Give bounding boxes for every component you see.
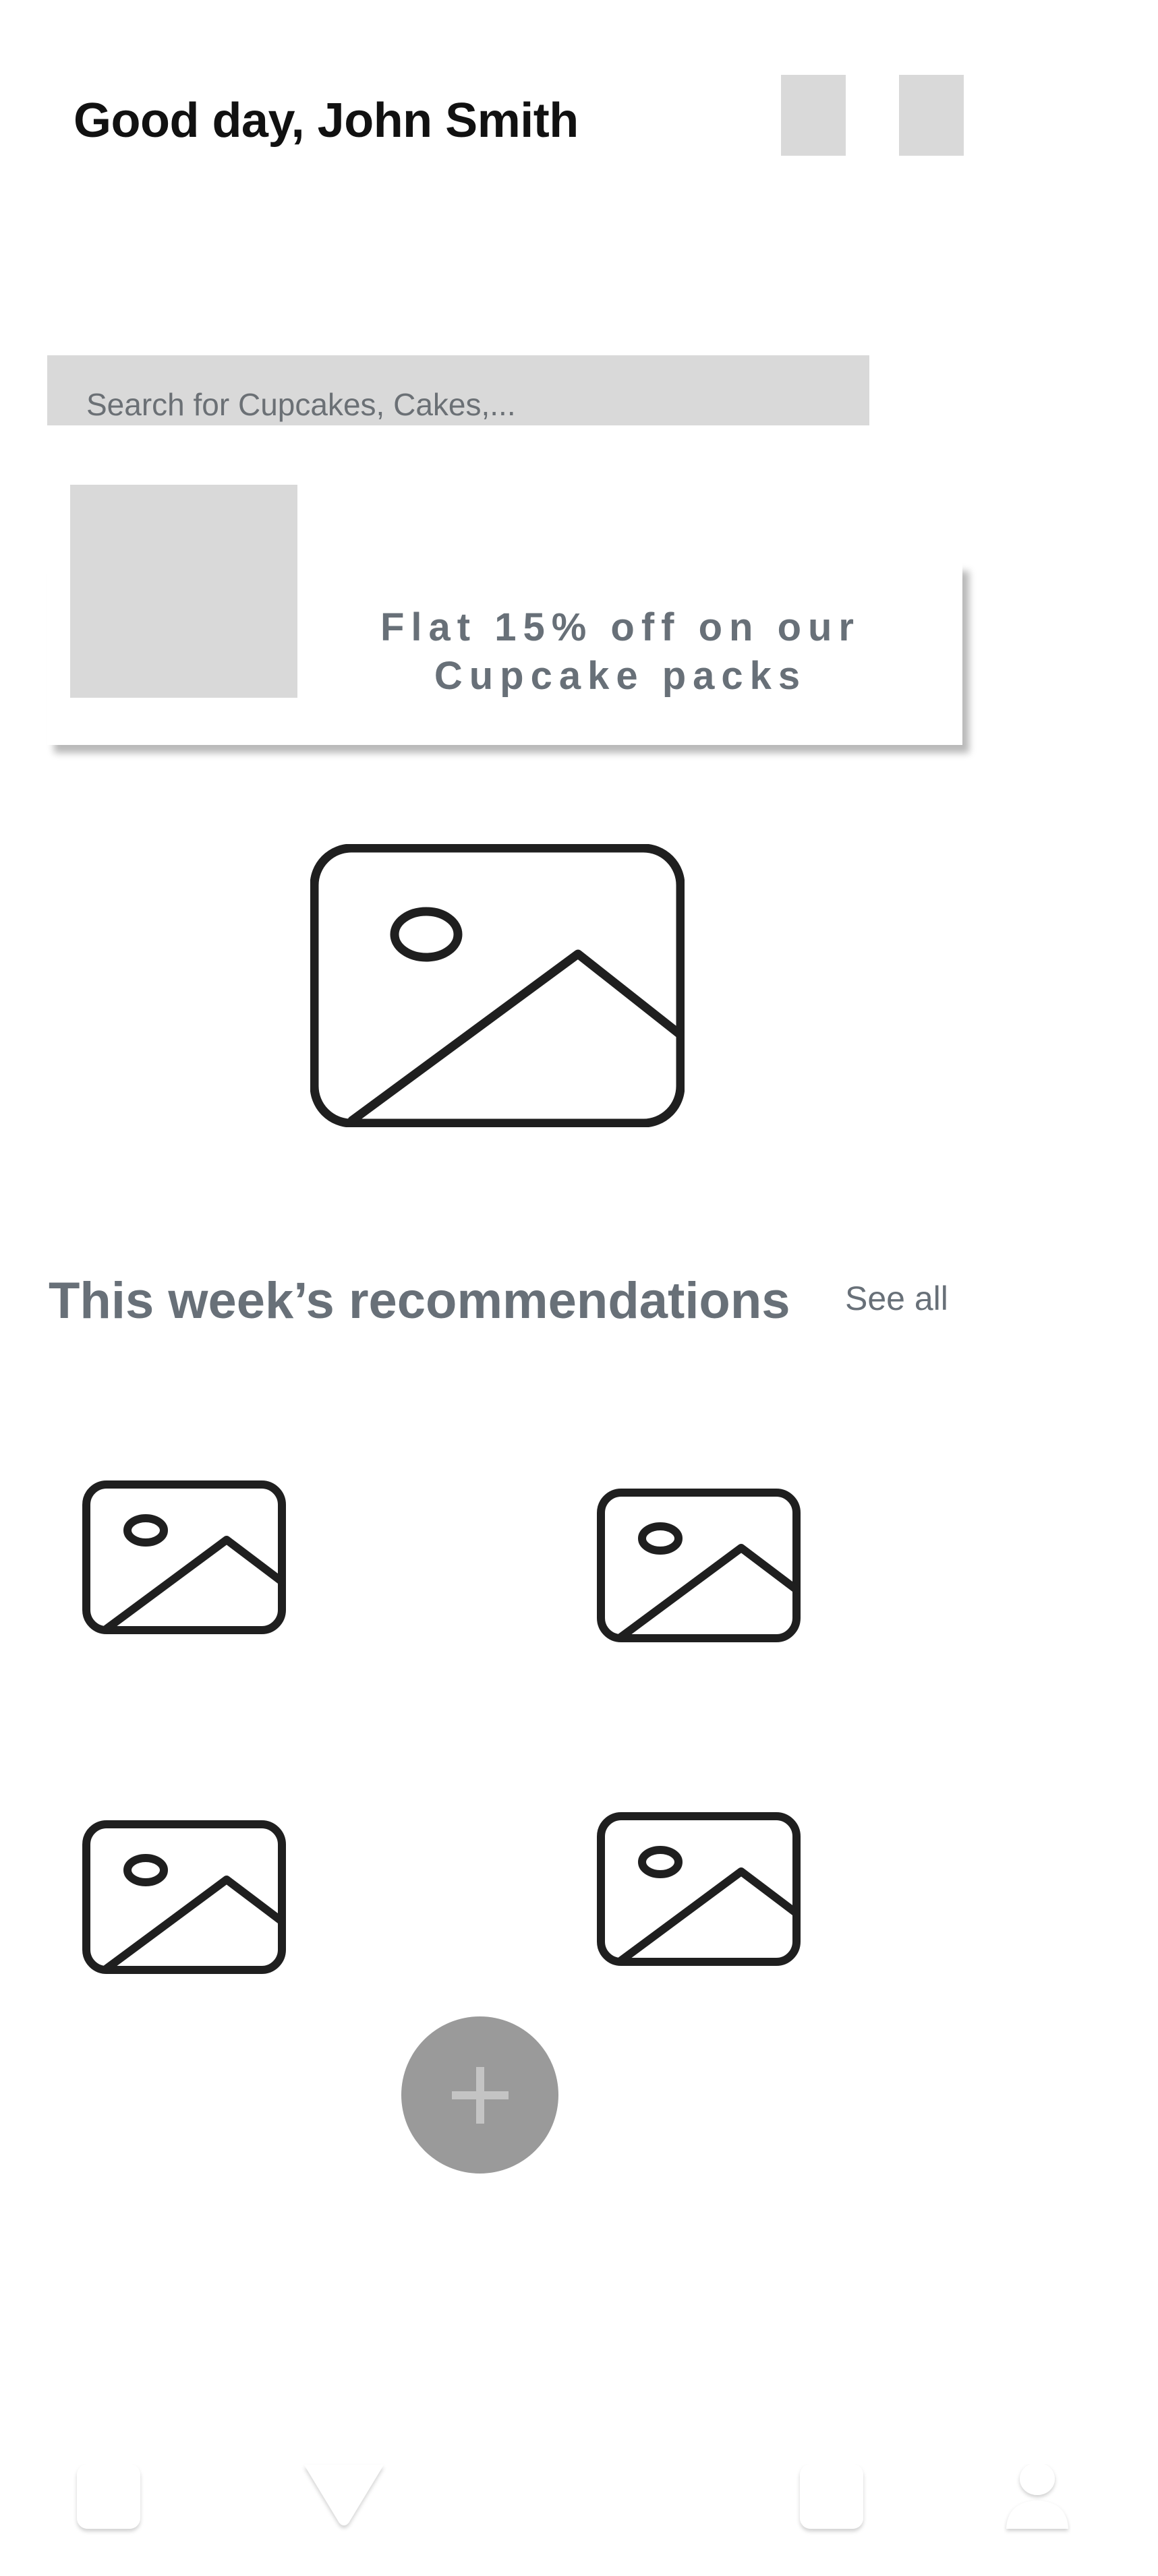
add-button[interactable] <box>401 2016 558 2174</box>
search-input[interactable] <box>86 386 828 425</box>
nav-profile-button[interactable] <box>1004 2463 1071 2542</box>
chevron-down-icon <box>304 2465 384 2525</box>
profile-icon <box>1006 2463 1068 2529</box>
header-action-button-2[interactable] <box>899 75 964 156</box>
hero-image-icon <box>310 844 685 1127</box>
nav-home-button[interactable] <box>73 2464 144 2542</box>
recommendation-item-2-icon[interactable] <box>597 1489 801 1642</box>
plus-icon <box>451 2066 509 2124</box>
cart-tab-icon <box>800 2464 863 2529</box>
recommendation-item-3-icon[interactable] <box>82 1820 286 1974</box>
recommendation-item-4-icon[interactable] <box>597 1812 801 1966</box>
header-action-button-1[interactable] <box>781 75 846 156</box>
promo-line-2: Cupcake packs <box>434 654 807 698</box>
nav-cart-button[interactable] <box>796 2464 867 2542</box>
greeting-title: Good day, John Smith <box>74 94 579 148</box>
promo-line-1: Flat 15% off on our <box>380 605 861 649</box>
recommendations-title: This week’s recommendations <box>49 1272 790 1329</box>
home-tab-icon <box>77 2464 140 2529</box>
see-all-link[interactable]: See all <box>845 1279 948 1318</box>
search-bar[interactable] <box>47 355 869 425</box>
nav-down-button[interactable] <box>300 2461 388 2538</box>
promo-text: Flat 15% off on our Cupcake packs <box>364 603 877 700</box>
recommendation-item-1-icon[interactable] <box>82 1480 286 1634</box>
promo-image <box>70 485 297 698</box>
